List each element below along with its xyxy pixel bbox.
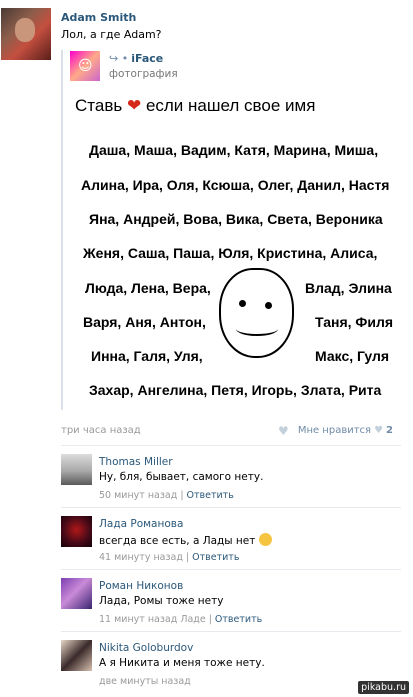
commenter-name[interactable]: Лада Романова [99, 518, 183, 530]
commenter-avatar[interactable] [61, 640, 92, 671]
comment-time[interactable]: 41 минуту назад [99, 552, 183, 563]
comment-item: Thomas Miller Ну, бля, бывает, самого не… [61, 445, 401, 507]
repost-subtitle: фотография [109, 68, 178, 80]
post-time[interactable]: три часа назад [61, 425, 141, 436]
meme-name-row: Люда, Лена, Вера, [85, 280, 211, 296]
heart-icon: ❤ [126, 96, 142, 115]
commenter-avatar[interactable] [61, 578, 92, 609]
comment-meta: 41 минуту назад | Ответить [99, 552, 240, 563]
comment-time[interactable]: 11 минут назад Ладе [99, 614, 206, 625]
commenter-name[interactable]: Nikita Goloburdov [99, 642, 193, 654]
repost-source-link[interactable]: ↪ • iFace [109, 52, 163, 65]
like-button[interactable]: Мне нравится ♥ 2 [298, 425, 393, 436]
comment-meta: 50 минут назад | Ответить [99, 490, 234, 501]
comment-text: А я Никита и меня тоже нету. [99, 657, 265, 669]
reply-link[interactable]: Ответить [187, 490, 234, 501]
meme-name-row: Влад, Элина [305, 280, 392, 296]
comment-time[interactable]: 50 минут назад [99, 490, 177, 501]
meme-name-row: Захар, Ангелина, Петя, Игорь, Злата, Рит… [89, 382, 382, 398]
share-icon[interactable]: ♥ [278, 424, 289, 438]
comment-meta: две минуты назад [99, 676, 191, 687]
comment-item: Nikita Goloburdov А я Никита и меня тоже… [61, 631, 401, 693]
meme-title: Ставь ❤ если нашел свое имя [75, 96, 316, 115]
meme-name-row: Яна, Андрей, Вова, Вика, Света, Вероника [89, 211, 383, 227]
commenter-avatar[interactable] [61, 516, 92, 547]
author-name[interactable]: Adam Smith [61, 11, 136, 24]
comment-item: Лада Романова всегда все есть, а Лады не… [61, 507, 401, 569]
comment-time[interactable]: две минуты назад [99, 676, 191, 687]
meme-name-row: Инна, Галя, Уля, [91, 348, 203, 364]
commenter-name[interactable]: Thomas Miller [99, 456, 173, 468]
post-footer: три часа назад ♥ Мне нравится ♥ 2 [61, 424, 401, 439]
author-avatar[interactable] [1, 8, 51, 60]
comment-text: Ну, бля, бывает, самого нету. [99, 471, 264, 483]
meme-name-row: Таня, Филя [315, 314, 394, 330]
meme-name-row: Варя, Аня, Антон, [83, 314, 206, 330]
meme-name-row: Макс, Гуля [315, 348, 390, 364]
post-text: Лол, а где Adam? [61, 28, 162, 41]
poker-face-drawing [219, 268, 294, 358]
heart-icon: ♥ [374, 425, 384, 436]
meme-name-row: Алина, Ира, Оля, Ксюша, Олег, Данил, Нас… [81, 177, 390, 193]
surprised-emoji-icon [258, 533, 272, 546]
meme-name-row: Женя, Саша, Паша, Юля, Кристина, Алиса, [83, 245, 378, 261]
reply-link[interactable]: Ответить [192, 552, 239, 563]
repost-arrow-icon: ↪ • [109, 52, 129, 65]
comment-text: всегда все есть, а Лады нет [99, 533, 272, 547]
repost-source-avatar[interactable]: ☺ [70, 51, 100, 81]
comment-item: Роман Никонов Лада, Ромы тоже нету 11 ми… [61, 569, 401, 631]
watermark: pikabu.ru [358, 681, 409, 694]
meme-image[interactable]: Ставь ❤ если нашел свое имя Даша, Маша, … [69, 90, 399, 450]
commenter-name[interactable]: Роман Никонов [99, 580, 183, 592]
reply-link[interactable]: Ответить [215, 614, 262, 625]
meme-name-row: Даша, Маша, Вадим, Катя, Марина, Миша, [89, 142, 379, 158]
repost: ☺ ↪ • iFace фотография Ставь ❤ если нашел… [61, 50, 401, 450]
like-count: 2 [386, 425, 393, 436]
comment-meta: 11 минут назад Ладе | Ответить [99, 614, 263, 625]
comment-text: Лада, Ромы тоже нету [99, 595, 224, 607]
commenter-avatar[interactable] [61, 454, 92, 485]
